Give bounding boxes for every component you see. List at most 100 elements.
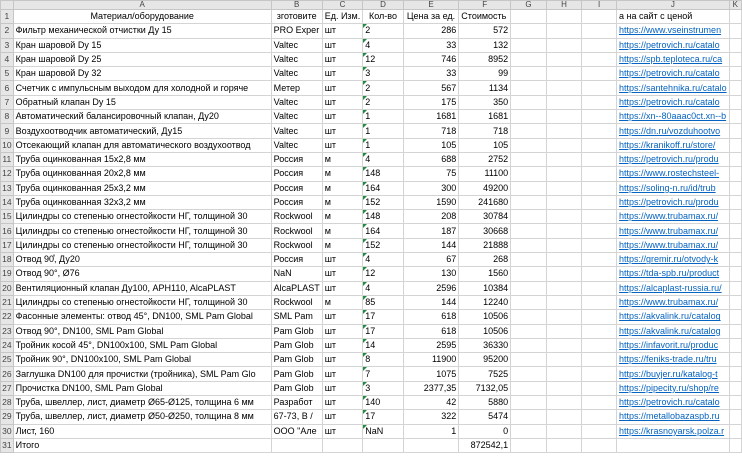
cell-maker[interactable]: Pam Glob <box>270 337 323 354</box>
cell-link[interactable]: https://spb.teploteca.ru/ca <box>616 51 730 68</box>
cell-maker[interactable]: Россия <box>270 151 323 168</box>
cell-empty[interactable] <box>581 294 618 311</box>
cell-cost[interactable]: 132 <box>458 37 512 53</box>
cell-price[interactable]: 300 <box>402 180 460 196</box>
cell-empty[interactable] <box>545 294 583 311</box>
cell-material[interactable]: Отвод 90̊, Ду20 <box>12 252 272 268</box>
cell-maker[interactable]: 67-73, В / <box>270 409 323 425</box>
cell-qty[interactable]: 148 <box>362 209 404 225</box>
cell-cost[interactable]: 11100 <box>458 166 512 182</box>
row-header[interactable]: 27 <box>0 380 14 397</box>
row-header[interactable]: 17 <box>0 237 14 254</box>
cell-empty[interactable] <box>728 151 742 168</box>
cell-qty[interactable]: 3 <box>362 380 404 397</box>
cell-cost[interactable]: 1560 <box>458 266 512 282</box>
cell-unit[interactable]: шт <box>321 409 364 425</box>
cell-empty[interactable] <box>581 23 618 39</box>
cell-empty[interactable] <box>545 323 583 339</box>
cell-unit[interactable]: шт <box>321 137 364 153</box>
cell-empty[interactable] <box>728 51 742 68</box>
cell-empty[interactable] <box>545 309 583 325</box>
cell-empty[interactable] <box>321 437 364 454</box>
cell-qty[interactable]: 164 <box>362 223 404 239</box>
cell-qty[interactable]: 8 <box>362 352 404 368</box>
cell-link[interactable]: https://petrovich.ru/catalo <box>616 395 730 411</box>
cell-material[interactable]: Фильтр механической отчистки Ду 15 <box>12 23 272 39</box>
cell-price[interactable]: 208 <box>402 209 460 225</box>
cell-price[interactable]: 567 <box>402 80 460 96</box>
cell-qty[interactable]: 1 <box>362 137 404 153</box>
cell-price[interactable]: 144 <box>402 237 460 254</box>
cell-empty[interactable] <box>510 37 547 53</box>
row-header[interactable]: 13 <box>0 180 14 196</box>
cell-empty[interactable] <box>510 137 547 153</box>
cell-material[interactable]: Цилиндры со степенью огнестойкости НГ, т… <box>12 237 272 254</box>
cell-cost[interactable]: 572 <box>458 23 512 39</box>
cell-unit[interactable]: шт <box>321 37 364 53</box>
cell-qty[interactable]: 4 <box>362 280 404 296</box>
cell-empty[interactable] <box>728 323 742 339</box>
cell-empty[interactable] <box>362 437 404 454</box>
cell-empty[interactable] <box>581 366 618 382</box>
cell-empty[interactable] <box>728 266 742 282</box>
cell-empty[interactable] <box>545 80 583 96</box>
cell-material[interactable]: Труба оцинкованная 32х3,2 мм <box>12 194 272 211</box>
cell-maker[interactable]: Pam Glob <box>270 380 323 397</box>
cell-link[interactable]: https://akvalink.ru/catalog <box>616 309 730 325</box>
cell-unit[interactable]: шт <box>321 252 364 268</box>
row-header[interactable]: 5 <box>0 66 14 82</box>
cell-material[interactable]: Заглушка DN100 для прочистки (тройника),… <box>12 366 272 382</box>
cell-cost[interactable]: 105 <box>458 137 512 153</box>
cell-qty[interactable]: 12 <box>362 51 404 68</box>
cell-material[interactable]: Отсекающий клапан для автоматического во… <box>12 137 272 153</box>
cell-unit[interactable]: м <box>321 151 364 168</box>
cell-empty[interactable] <box>581 180 618 196</box>
cell-cost[interactable]: 36330 <box>458 337 512 354</box>
cell-empty[interactable] <box>510 423 547 439</box>
cell-qty[interactable]: 4 <box>362 37 404 53</box>
cell-qty[interactable]: NaN <box>362 423 404 439</box>
cell-empty[interactable] <box>510 66 547 82</box>
cell-maker[interactable]: Разработ <box>270 395 323 411</box>
cell-qty[interactable]: 17 <box>362 309 404 325</box>
cell-material[interactable]: Отвод 90°, DN100, SML Pam Global <box>12 323 272 339</box>
column-header[interactable]: K <box>728 0 742 10</box>
cell-empty[interactable] <box>728 423 742 439</box>
cell-cost[interactable]: 718 <box>458 123 512 139</box>
cell-unit[interactable]: шт <box>321 109 364 125</box>
cell-maker[interactable]: Pam Glob <box>270 323 323 339</box>
row-header[interactable]: 6 <box>0 80 14 96</box>
cell-material[interactable]: Цилиндры со степенью огнестойкости НГ, т… <box>12 294 272 311</box>
cell-empty[interactable] <box>510 294 547 311</box>
cell-empty[interactable] <box>728 137 742 153</box>
cell-empty[interactable] <box>728 37 742 53</box>
cell-cost[interactable]: 10384 <box>458 280 512 296</box>
cell-qty[interactable]: 1 <box>362 109 404 125</box>
cell-maker[interactable]: Valtec <box>270 123 323 139</box>
cell-empty[interactable] <box>581 252 618 268</box>
cell-price[interactable]: 688 <box>402 151 460 168</box>
cell-link[interactable]: https://petrovich.ru/catalo <box>616 37 730 53</box>
cell-empty[interactable] <box>728 109 742 125</box>
cell-unit[interactable]: шт <box>321 366 364 382</box>
cell-material[interactable]: Кран шаровой Dy 32 <box>12 66 272 82</box>
cell-cost[interactable]: 7525 <box>458 366 512 382</box>
cell-link[interactable]: https://metallobazaspb.ru <box>616 409 730 425</box>
cell-unit[interactable]: м <box>321 237 364 254</box>
cell-empty[interactable] <box>545 37 583 53</box>
cell-unit[interactable]: шт <box>321 66 364 82</box>
cell-price[interactable]: 11900 <box>402 352 460 368</box>
cell-empty[interactable] <box>581 423 618 439</box>
cell-empty[interactable] <box>728 380 742 397</box>
cell-empty[interactable] <box>728 409 742 425</box>
cell-price[interactable]: 1075 <box>402 366 460 382</box>
cell-maker[interactable]: Rockwool <box>270 209 323 225</box>
row-header[interactable]: 30 <box>0 423 14 439</box>
cell-maker[interactable]: Valtec <box>270 109 323 125</box>
cell-link[interactable]: https://www.trubamax.ru/ <box>616 209 730 225</box>
cell-empty[interactable] <box>581 94 618 111</box>
cell-material[interactable]: Счетчик с импульсным выходом для холодно… <box>12 80 272 96</box>
cell-link[interactable]: https://xn--80aaac0ct.xn--b <box>616 109 730 125</box>
cell-qty[interactable]: 152 <box>362 194 404 211</box>
cell-qty[interactable]: 4 <box>362 151 404 168</box>
